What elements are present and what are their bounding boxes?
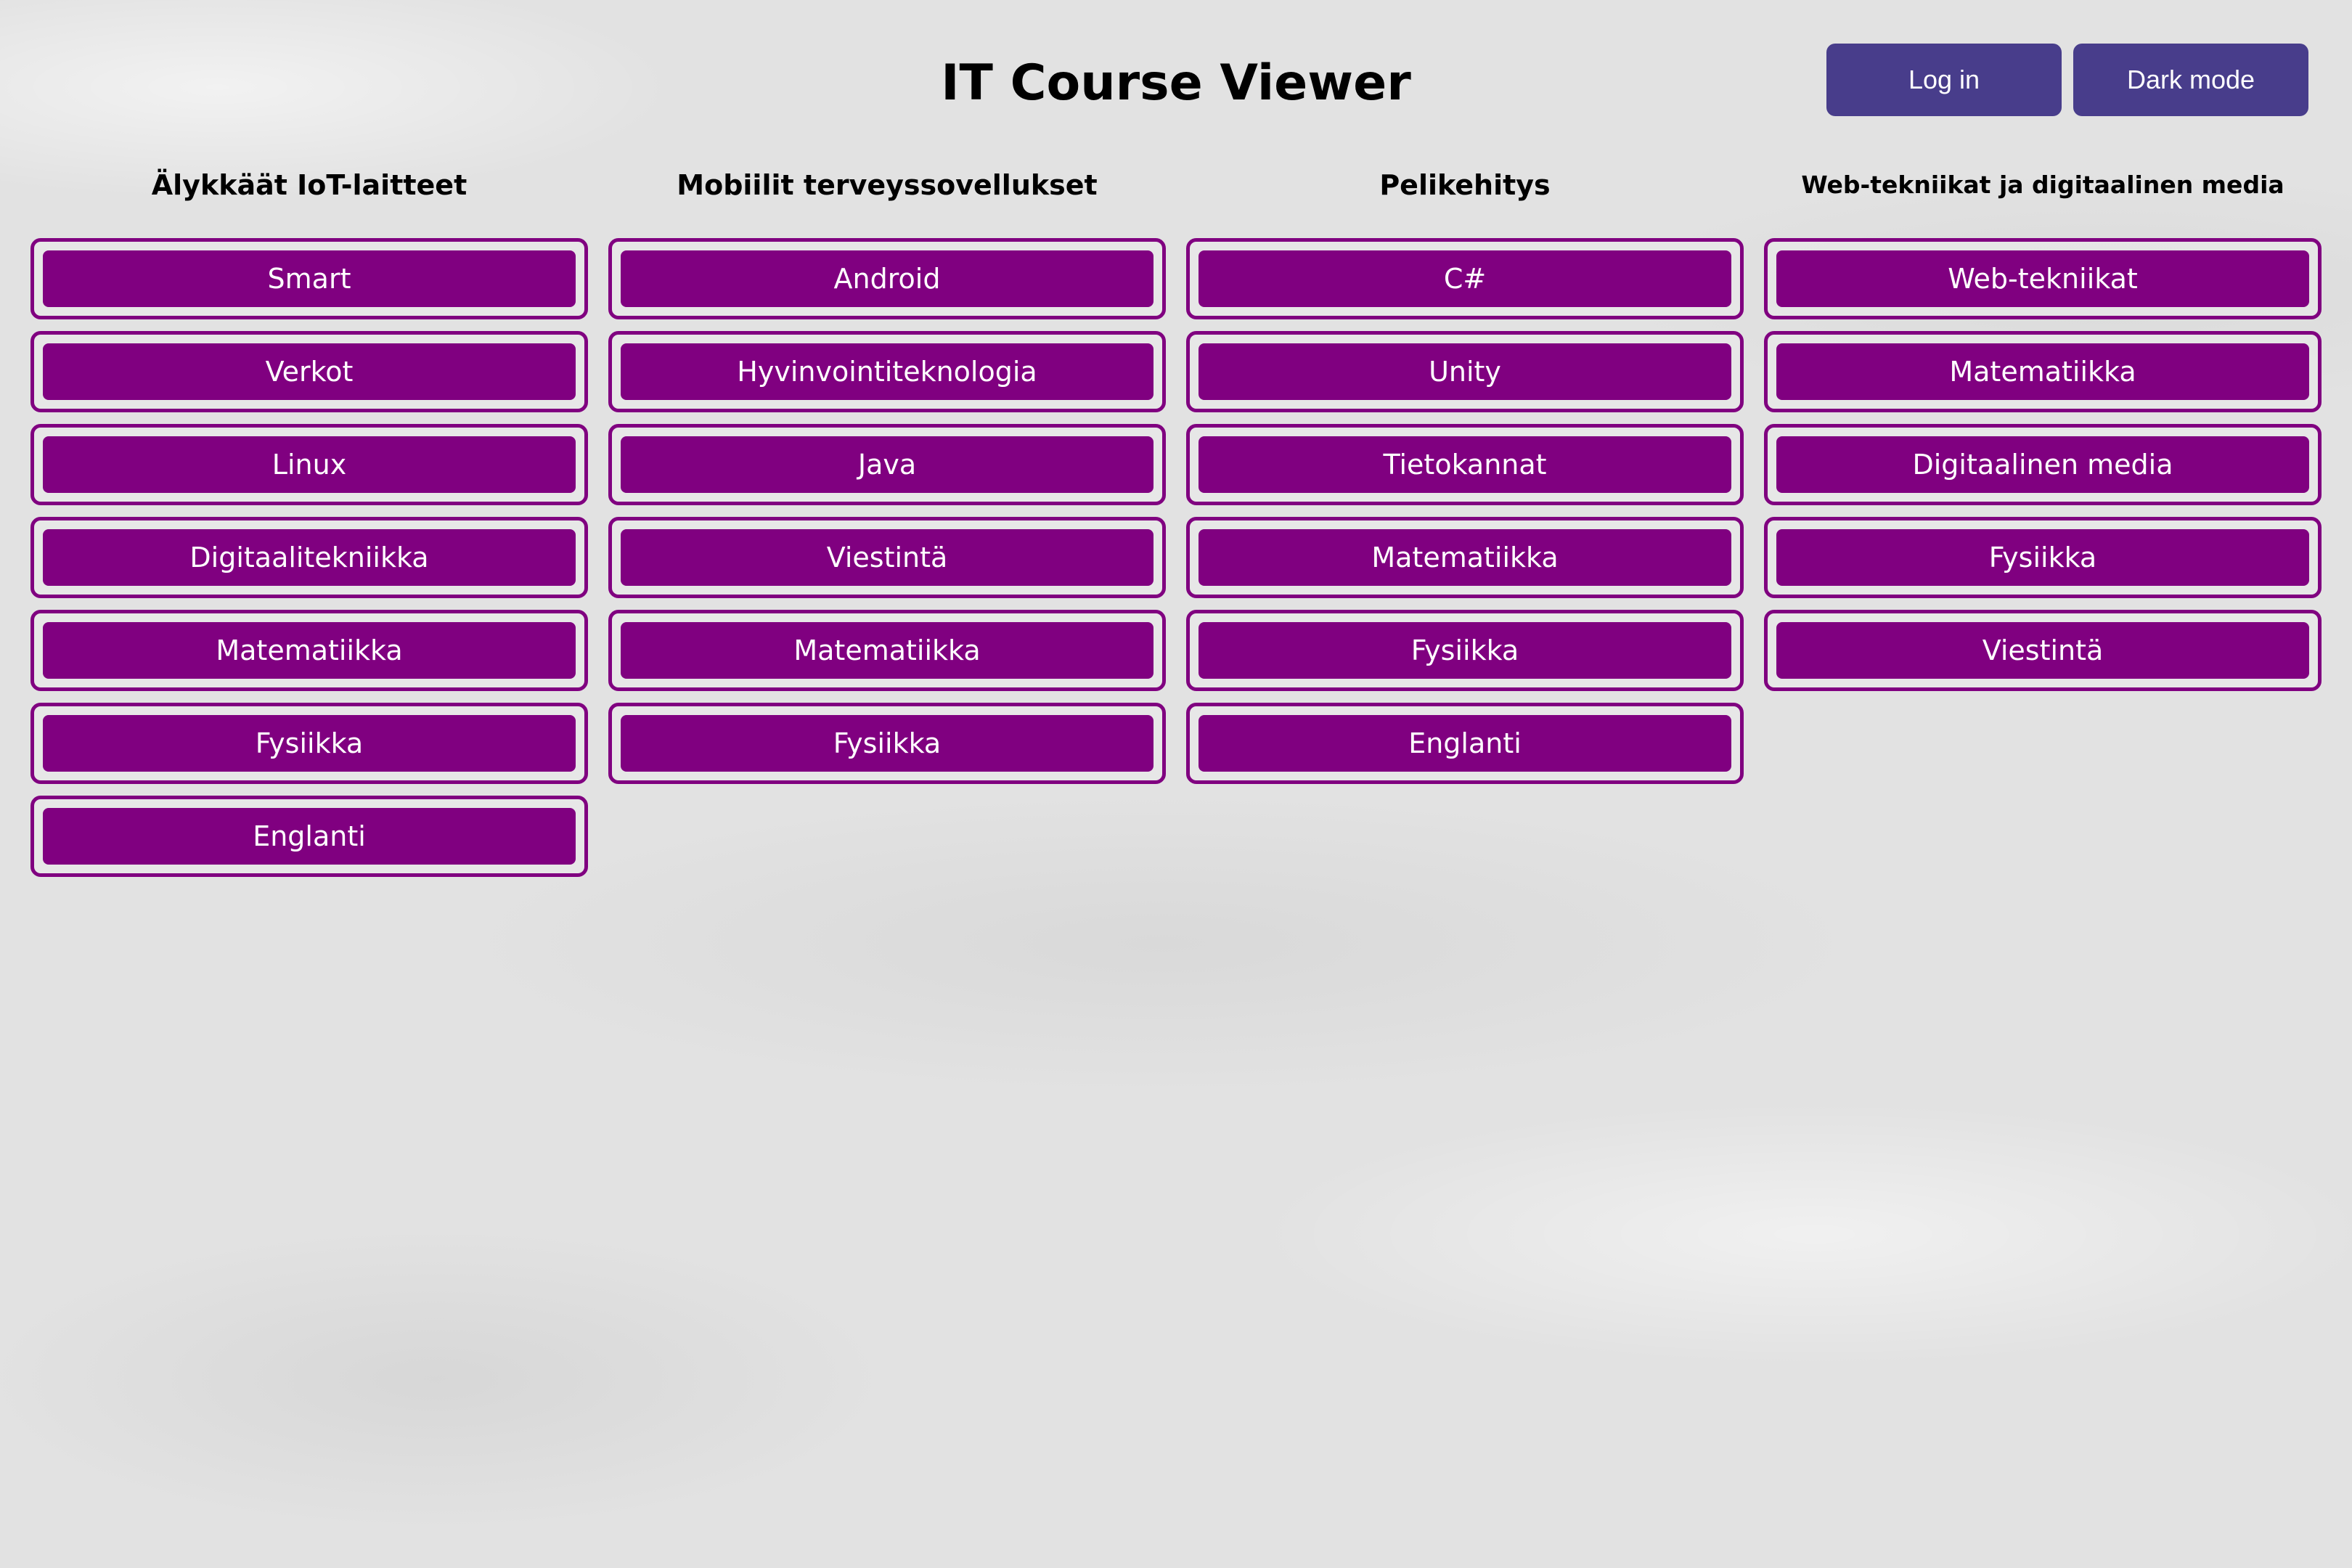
column-iot: Älykkäät IoT-laitteet Smart Verkot Linux… (30, 160, 588, 889)
course-frame: Java (608, 424, 1166, 505)
course-button[interactable]: Fysiikka (1199, 622, 1731, 679)
course-button[interactable]: Viestintä (1776, 622, 2309, 679)
login-button[interactable]: Log in (1826, 44, 2062, 116)
course-frame: Matematiikka (30, 610, 588, 691)
course-frame: Web-tekniikat (1764, 238, 2322, 319)
course-button[interactable]: Unity (1199, 343, 1731, 400)
course-frame: Fysiikka (1764, 517, 2322, 598)
course-button[interactable]: Matematiikka (621, 622, 1153, 679)
course-button[interactable]: Android (621, 250, 1153, 307)
column-heading: Web-tekniikat ja digitaalinen media (1801, 171, 2284, 199)
course-frame: Android (608, 238, 1166, 319)
course-frame: Digitaalinen media (1764, 424, 2322, 505)
course-frame: Digitaalitekniikka (30, 517, 588, 598)
course-button[interactable]: Digitaalinen media (1776, 436, 2309, 493)
column-heading: Älykkäät IoT-laitteet (151, 169, 467, 201)
course-frame: Matematiikka (608, 610, 1166, 691)
course-frame: Hyvinvointiteknologia (608, 331, 1166, 412)
course-button[interactable]: Matematiikka (1776, 343, 2309, 400)
column-mobile-health: Mobiilit terveyssovellukset Android Hyvi… (608, 160, 1166, 889)
course-button[interactable]: Tietokannat (1199, 436, 1731, 493)
column-heading: Mobiilit terveyssovellukset (677, 169, 1098, 201)
column-web-media: Web-tekniikat ja digitaalinen media Web-… (1764, 160, 2322, 889)
course-button[interactable]: Digitaalitekniikka (43, 529, 576, 586)
column-game-dev: Pelikehitys C# Unity Tietokannat Matemat… (1186, 160, 1744, 889)
course-button[interactable]: Smart (43, 250, 576, 307)
course-frame: Fysiikka (30, 703, 588, 784)
course-button[interactable]: Englanti (43, 808, 576, 865)
course-button[interactable]: Fysiikka (621, 715, 1153, 772)
course-frame: Matematiikka (1764, 331, 2322, 412)
course-frame: Smart (30, 238, 588, 319)
course-button[interactable]: Matematiikka (43, 622, 576, 679)
app-header: IT Course Viewer Log in Dark mode (0, 0, 2352, 145)
course-frame: Viestintä (608, 517, 1166, 598)
course-frame: Fysiikka (1186, 610, 1744, 691)
course-frame: Englanti (30, 796, 588, 877)
course-frame: Englanti (1186, 703, 1744, 784)
course-button[interactable]: Matematiikka (1199, 529, 1731, 586)
column-heading: Pelikehitys (1379, 169, 1551, 201)
course-frame: Linux (30, 424, 588, 505)
course-button[interactable]: Fysiikka (1776, 529, 2309, 586)
dark-mode-button[interactable]: Dark mode (2073, 44, 2308, 116)
course-button[interactable]: Englanti (1199, 715, 1731, 772)
course-frame: Viestintä (1764, 610, 2322, 691)
course-button[interactable]: Verkot (43, 343, 576, 400)
course-frame: Verkot (30, 331, 588, 412)
course-button[interactable]: Fysiikka (43, 715, 576, 772)
course-frame: Unity (1186, 331, 1744, 412)
course-button[interactable]: Java (621, 436, 1153, 493)
course-frame: C# (1186, 238, 1744, 319)
course-button[interactable]: Linux (43, 436, 576, 493)
course-frame: Matematiikka (1186, 517, 1744, 598)
course-frame: Tietokannat (1186, 424, 1744, 505)
course-button[interactable]: C# (1199, 250, 1731, 307)
course-button[interactable]: Hyvinvointiteknologia (621, 343, 1153, 400)
course-columns: Älykkäät IoT-laitteet Smart Verkot Linux… (30, 160, 2322, 889)
course-frame: Fysiikka (608, 703, 1166, 784)
course-button[interactable]: Viestintä (621, 529, 1153, 586)
course-button[interactable]: Web-tekniikat (1776, 250, 2309, 307)
